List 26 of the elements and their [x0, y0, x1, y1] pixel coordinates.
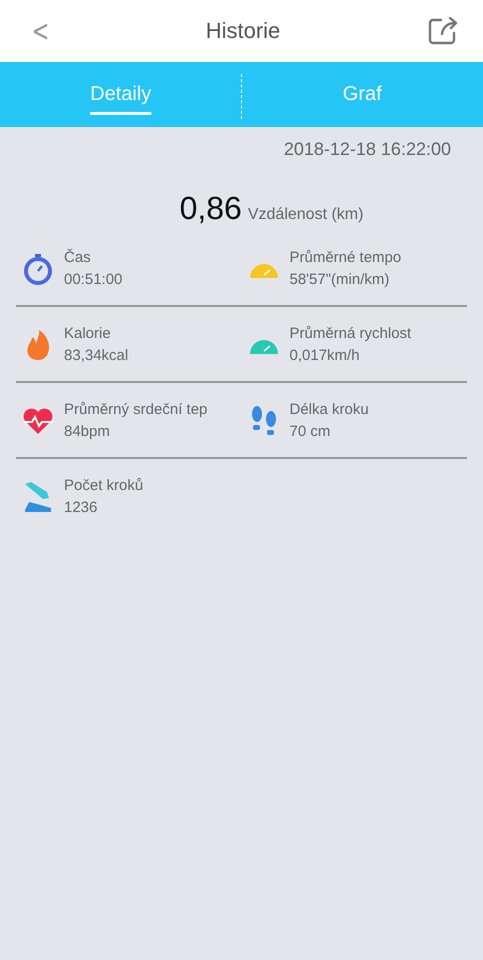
date-time: 2018-12-18 16:22:00	[282, 138, 452, 160]
metric-label: Kalorie	[64, 325, 112, 342]
metric-value: 83,34kcal	[64, 347, 128, 364]
metric-label: Průměrný srdeční tep	[64, 401, 208, 418]
distance-value: 0,86	[180, 190, 242, 227]
metric-label: Průměrná rychlost	[290, 325, 412, 342]
metric-value: 0,017km/h	[290, 347, 361, 364]
tab[interactable]: Graf	[242, 62, 483, 127]
flame-icon	[25, 328, 51, 360]
share-icon[interactable]	[428, 17, 458, 45]
metric-value: 1236	[64, 499, 98, 516]
metric-value: 70 cm	[290, 423, 332, 440]
metric-label: Délka kroku	[290, 401, 369, 418]
distance-label: Vzdálenost (km)	[248, 206, 364, 224]
metric-label: Čas	[64, 249, 92, 266]
metric-value: 58'57"(min/km)	[290, 271, 390, 288]
metric-label: Počet kroků	[64, 477, 144, 494]
tab[interactable]: Detaily	[0, 62, 242, 127]
back-button[interactable]: <	[32, 14, 50, 48]
stopwatch-icon	[23, 252, 53, 284]
metric-label: Průměrné tempo	[290, 249, 402, 266]
metric-value: 00:51:00	[64, 271, 122, 288]
heartbeat-icon	[22, 406, 54, 434]
metric-value: 84bpm	[64, 423, 111, 440]
screen-title: Historie	[206, 18, 280, 44]
footprints-icon	[250, 404, 278, 436]
